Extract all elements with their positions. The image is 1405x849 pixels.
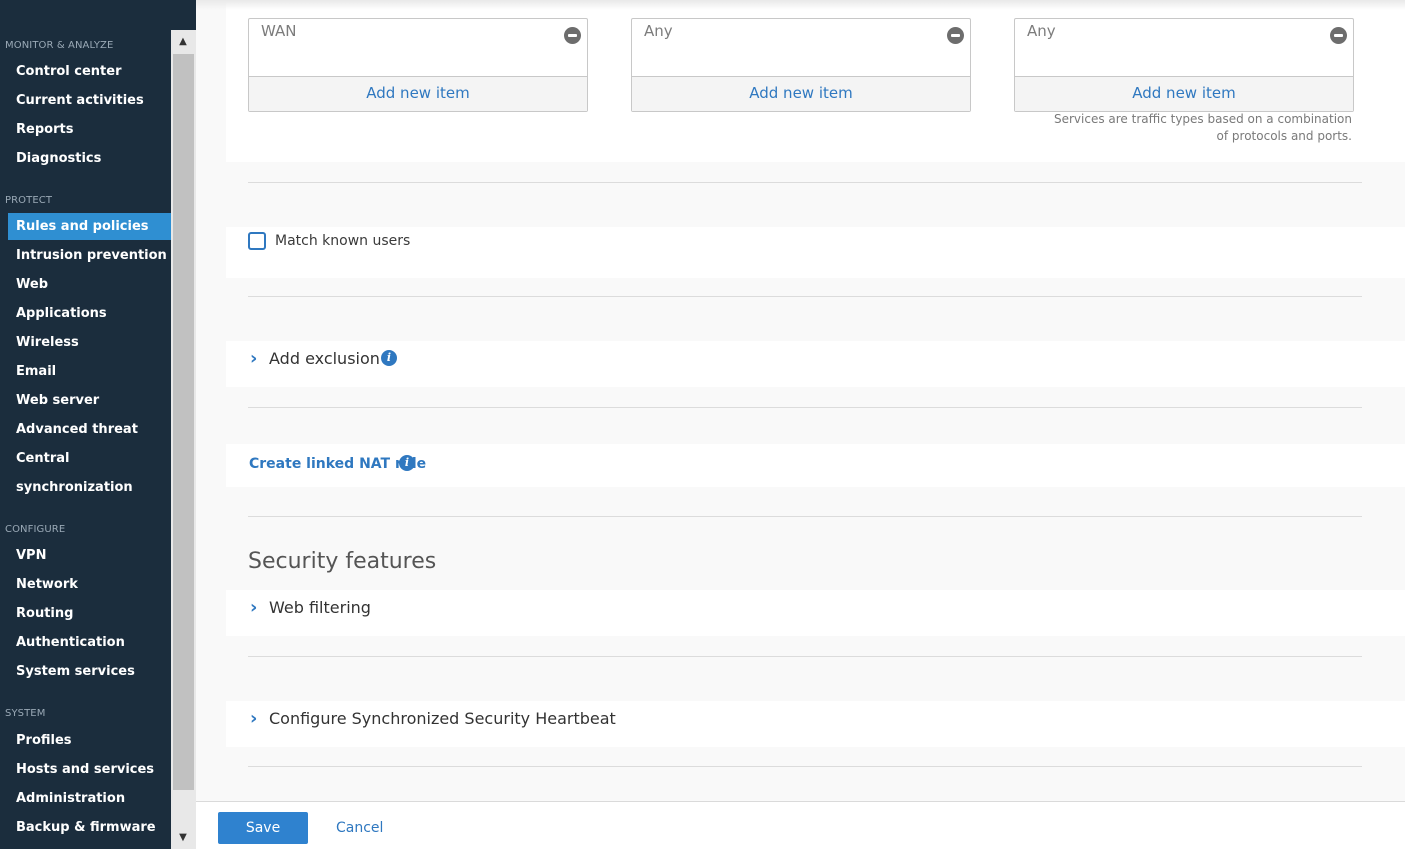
sidebar-item-network[interactable]: Network <box>8 571 171 598</box>
sidebar-item-current-activities[interactable]: Current activities <box>8 87 171 114</box>
match-known-users-label[interactable]: Match known users <box>275 233 410 249</box>
section-configure: CONFIGURE <box>5 524 66 535</box>
sidebar: MONITOR & ANALYZE Control center Current… <box>0 0 196 849</box>
security-features-heading: Security features <box>248 549 437 574</box>
sidebar-scrollbar-thumb[interactable] <box>173 54 194 790</box>
remove-icon[interactable] <box>947 27 964 44</box>
remove-icon[interactable] <box>1330 27 1347 44</box>
scroll-down-icon[interactable]: ▼ <box>176 832 190 844</box>
cancel-button[interactable]: Cancel <box>336 820 383 836</box>
sidebar-item-synchronization[interactable]: synchronization <box>8 474 171 501</box>
section-system: SYSTEM <box>5 708 46 719</box>
add-exclusion-toggle[interactable]: Add exclusion <box>269 349 380 368</box>
chevron-right-icon[interactable]: › <box>250 710 260 728</box>
services-hint: Services are traffic types based on a co… <box>1053 112 1352 143</box>
divider <box>248 182 1362 183</box>
form-footer: Save Cancel <box>196 801 1405 849</box>
add-new-item-button[interactable]: Add new item <box>632 76 970 111</box>
sidebar-item-intrusion-prevention[interactable]: Intrusion prevention <box>8 242 171 269</box>
save-button[interactable]: Save <box>218 812 308 844</box>
sidebar-item-administration[interactable]: Administration <box>8 785 171 812</box>
web-filtering-panel <box>226 590 1405 636</box>
sidebar-item-backup-firmware[interactable]: Backup & firmware <box>8 814 171 841</box>
sidebar-item-applications[interactable]: Applications <box>8 300 171 327</box>
picker-value: WAN <box>261 22 297 40</box>
top-shadow <box>196 0 1405 10</box>
section-protect: PROTECT <box>5 195 53 206</box>
sidebar-item-control-center[interactable]: Control center <box>8 58 171 85</box>
sidebar-item-email[interactable]: Email <box>8 358 171 385</box>
divider <box>248 766 1362 767</box>
services-picker: Any Add new item <box>1014 18 1354 112</box>
section-monitor-analyze: MONITOR & ANALYZE <box>5 40 114 51</box>
sidebar-item-central[interactable]: Central <box>8 445 171 472</box>
sidebar-item-vpn[interactable]: VPN <box>8 542 171 569</box>
sidebar-item-web-server[interactable]: Web server <box>8 387 171 414</box>
info-icon[interactable]: i <box>399 455 415 471</box>
add-new-item-button[interactable]: Add new item <box>249 76 587 111</box>
picker-value: Any <box>644 22 673 40</box>
sidebar-item-routing[interactable]: Routing <box>8 600 171 627</box>
info-icon[interactable]: i <box>381 350 397 366</box>
match-known-users-checkbox[interactable] <box>248 232 266 250</box>
sidebar-item-system-services[interactable]: System services <box>8 658 171 685</box>
main-content: WAN Add new item Any Add new item Any Ad… <box>196 0 1405 801</box>
chevron-right-icon[interactable]: › <box>250 350 260 368</box>
sidebar-nav: MONITOR & ANALYZE Control center Current… <box>0 0 171 849</box>
sidebar-item-authentication[interactable]: Authentication <box>8 629 171 656</box>
destination-zones-picker: WAN Add new item <box>248 18 588 112</box>
divider <box>248 656 1362 657</box>
scroll-up-icon[interactable]: ▲ <box>176 36 190 48</box>
divider <box>248 516 1362 517</box>
sidebar-item-web[interactable]: Web <box>8 271 171 298</box>
sidebar-item-advanced-threat[interactable]: Advanced threat <box>8 416 171 443</box>
sidebar-item-diagnostics[interactable]: Diagnostics <box>8 145 171 172</box>
add-new-item-button[interactable]: Add new item <box>1015 76 1353 111</box>
sidebar-item-hosts-and-services[interactable]: Hosts and services <box>8 756 171 783</box>
heartbeat-toggle[interactable]: Configure Synchronized Security Heartbea… <box>269 709 616 728</box>
divider <box>248 407 1362 408</box>
sidebar-item-reports[interactable]: Reports <box>8 116 171 143</box>
sidebar-item-rules-and-policies[interactable]: Rules and policies <box>8 213 171 240</box>
divider <box>248 296 1362 297</box>
sidebar-item-profiles[interactable]: Profiles <box>8 727 171 754</box>
destination-networks-picker: Any Add new item <box>631 18 971 112</box>
chevron-right-icon[interactable]: › <box>250 599 260 617</box>
exclusion-panel <box>226 341 1405 387</box>
remove-icon[interactable] <box>564 27 581 44</box>
picker-value: Any <box>1027 22 1056 40</box>
web-filtering-toggle[interactable]: Web filtering <box>269 598 371 617</box>
sidebar-item-wireless[interactable]: Wireless <box>8 329 171 356</box>
